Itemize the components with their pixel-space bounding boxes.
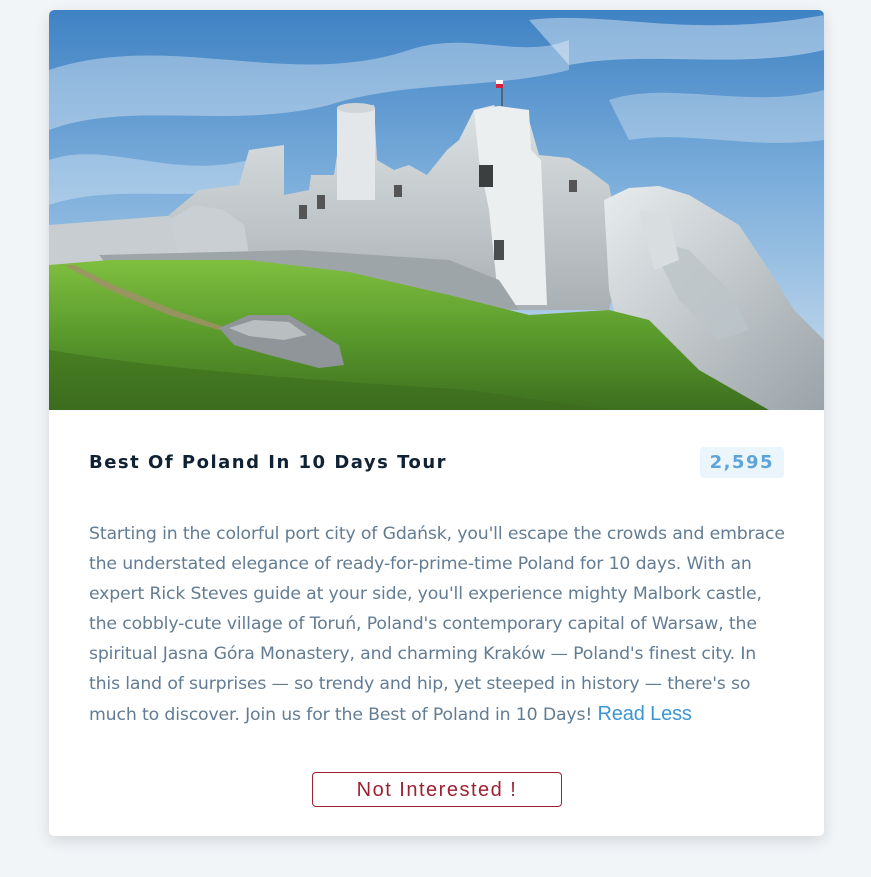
card-body: Best Of Poland In 10 Days Tour 2,595 Sta… [89, 447, 785, 725]
price-badge: 2,595 [699, 447, 784, 478]
tour-image [49, 10, 824, 410]
tour-description: Starting in the colorful port city of Gd… [89, 519, 789, 730]
title-row: Best Of Poland In 10 Days Tour 2,595 [89, 447, 784, 479]
tour-title: Best Of Poland In 10 Days Tour [89, 452, 448, 473]
not-interested-button[interactable]: Not Interested ! [312, 772, 562, 807]
read-less-link[interactable]: Read Less [598, 703, 692, 725]
tour-card: Best Of Poland In 10 Days Tour 2,595 Sta… [49, 10, 824, 836]
tour-description-text: Starting in the colorful port city of Gd… [89, 524, 785, 725]
castle-photo [49, 10, 824, 410]
